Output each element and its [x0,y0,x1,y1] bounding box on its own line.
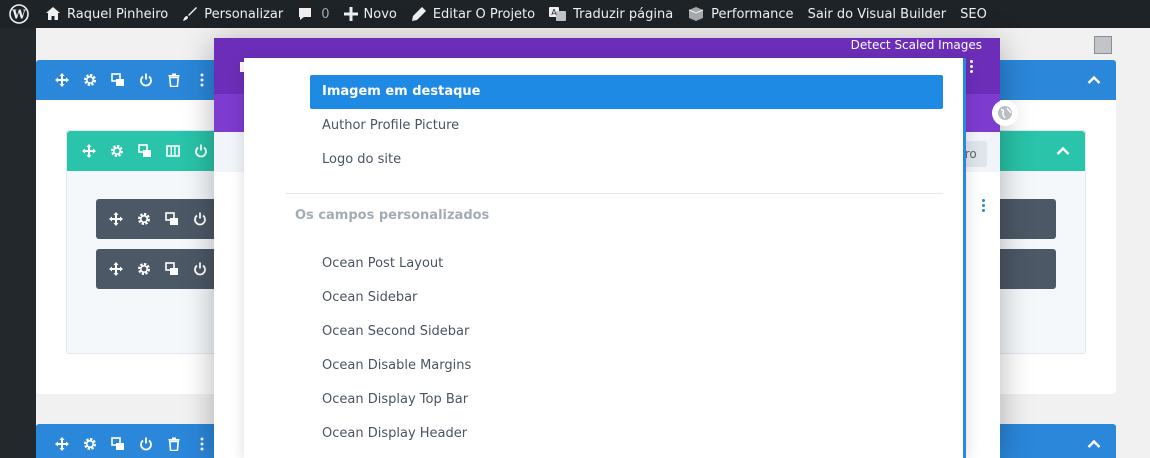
detect-scaled-images-link[interactable]: Detect Scaled Images [851,38,982,52]
admin-bar-customize[interactable]: Personalizar [175,0,290,28]
power-icon[interactable] [187,137,215,165]
globe-icon[interactable] [992,100,1018,126]
dropdown-item-featured-image[interactable]: Imagem em destaque [310,75,943,109]
svg-text:W: W [11,8,26,22]
admin-bar-user-menu[interactable]: Raquel Pinheiro [38,0,175,28]
dropdown-item-author-picture[interactable]: Author Profile Picture [310,109,943,143]
left-gutter [0,28,36,458]
gear-icon[interactable] [130,205,158,233]
more-options-icon[interactable] [982,199,986,213]
dropdown-divider [285,193,943,194]
home-icon [45,6,61,22]
edit-project-label: Editar O Projeto [432,6,536,22]
user-name: Raquel Pinheiro [67,6,169,22]
move-icon[interactable] [102,255,130,283]
dropdown-item-custom-field[interactable]: Ocean Sidebar [310,281,943,315]
move-icon[interactable] [48,430,76,458]
admin-bar-seo[interactable]: SEO [953,0,994,28]
admin-bar-performance[interactable]: Performance [680,0,800,28]
svg-text:A: A [551,8,557,17]
dropdown-item-site-logo[interactable]: Logo do site [310,143,943,177]
duplicate-icon[interactable] [104,430,132,458]
wordpress-logo-icon[interactable]: W [0,0,38,28]
performance-label: Performance [711,6,794,22]
pencil-icon [411,6,427,22]
admin-bar-translate[interactable]: A Traduzir página [542,0,680,28]
plus-icon [343,7,358,21]
avatar[interactable] [1094,36,1112,54]
gear-icon[interactable] [103,137,131,165]
power-icon[interactable] [186,205,214,233]
chevron-up-icon[interactable] [1051,139,1075,163]
dropdown-group-label: Os campos personalizados [295,208,490,223]
seo-label: SEO [960,6,987,22]
gear-icon[interactable] [76,430,104,458]
dropdown-item-custom-field[interactable]: Ocean Display Top Bar [310,383,943,417]
admin-bar-edit-project[interactable]: Editar O Projeto [404,0,542,28]
comment-icon [297,6,313,22]
power-icon[interactable] [132,430,160,458]
power-icon[interactable] [132,66,160,94]
move-icon[interactable] [75,137,103,165]
gear-icon[interactable] [76,66,104,94]
admin-bar-new[interactable]: Novo [337,0,404,28]
duplicate-icon[interactable] [131,137,159,165]
duplicate-icon[interactable] [158,255,186,283]
move-icon[interactable] [102,205,130,233]
new-label: Novo [363,6,397,22]
admin-bar-comments[interactable]: 0 [290,0,336,28]
dropdown-item-custom-field[interactable]: Ocean Second Sidebar [310,315,943,349]
chevron-up-icon[interactable] [1082,432,1106,456]
dropdown-item-custom-field[interactable]: Ocean Display Header [310,417,943,451]
performance-icon [687,6,705,22]
trash-icon[interactable] [160,66,188,94]
trash-icon[interactable] [160,430,188,458]
dropdown-item-custom-field[interactable]: Ocean Post Layout [310,247,943,281]
more-options-icon[interactable] [188,430,216,458]
brush-icon [182,6,198,22]
dynamic-content-dropdown: Imagem em destaque Author Profile Pictur… [244,58,966,458]
chevron-up-icon[interactable] [1082,68,1106,92]
columns-icon[interactable] [159,137,187,165]
comments-count: 0 [321,6,330,22]
translate-icon: A [549,6,567,22]
admin-bar: W Raquel Pinheiro Personalizar 0 Novo Ed… [0,0,1150,28]
duplicate-icon[interactable] [158,205,186,233]
exit-builder-label: Sair do Visual Builder [807,6,947,22]
gear-icon[interactable] [130,255,158,283]
more-options-icon[interactable] [188,66,216,94]
more-options-icon[interactable] [970,60,976,74]
move-icon[interactable] [48,66,76,94]
power-icon[interactable] [186,255,214,283]
dropdown-item-custom-field[interactable]: Ocean Disable Margins [310,349,943,383]
admin-bar-exit-builder[interactable]: Sair do Visual Builder [801,0,954,28]
customize-label: Personalizar [204,6,284,22]
translate-label: Traduzir página [573,6,674,22]
duplicate-icon[interactable] [104,66,132,94]
